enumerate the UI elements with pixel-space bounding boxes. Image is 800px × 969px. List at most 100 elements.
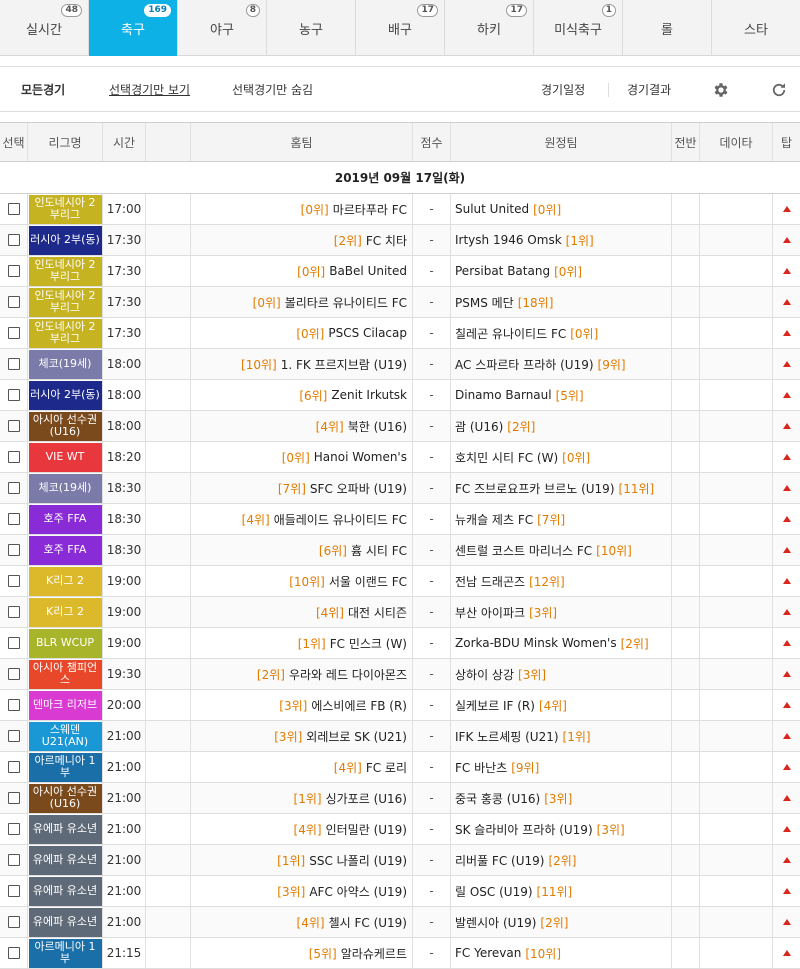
tip-arrow-icon[interactable] (782, 392, 791, 398)
away-cell[interactable]: PSMS 메단 [18위] (451, 287, 672, 317)
tip-arrow-icon[interactable] (782, 857, 791, 863)
league-badge[interactable]: 체코(19세) (28, 349, 102, 379)
league-badge[interactable]: 인도네시아 2부리그 (28, 194, 102, 224)
league-badge[interactable]: 아르메니아 1부 (28, 752, 102, 782)
hide-selected-filter[interactable]: 선택경기만 숨김 (232, 81, 313, 98)
away-team[interactable]: 발렌시아 (U19) (455, 914, 536, 931)
away-team[interactable]: FC 바난츠 (455, 759, 507, 776)
home-cell[interactable]: [7위] SFC 오파바 (U19) (191, 473, 413, 503)
tip-arrow-icon[interactable] (782, 795, 791, 801)
league-badge[interactable]: 아시아 선수권 (U16) (28, 783, 102, 813)
tip-arrow-icon[interactable] (782, 733, 791, 739)
match-checkbox[interactable] (7, 203, 20, 215)
tip-arrow-icon[interactable] (782, 826, 791, 832)
away-team[interactable]: IFK 노르셰핑 (U21) (455, 728, 559, 745)
home-team[interactable]: 흄 시티 FC (351, 542, 407, 559)
home-team[interactable]: 에스비에르 FB (R) (311, 697, 407, 714)
tab-2[interactable]: 야구 8 (178, 0, 267, 56)
tab-8[interactable]: 스타 (712, 0, 800, 56)
refresh-icon[interactable] (768, 79, 790, 101)
match-checkbox[interactable] (7, 761, 20, 773)
match-checkbox[interactable] (7, 823, 20, 835)
home-cell[interactable]: [5위] 알라슈케르트 (191, 938, 413, 968)
tip-arrow-icon[interactable] (782, 888, 791, 894)
away-team[interactable]: 센트럴 코스트 마리너스 FC (455, 542, 592, 559)
home-cell[interactable]: [4위] FC 로리 (191, 752, 413, 782)
home-team[interactable]: FC 로리 (366, 759, 407, 776)
match-checkbox[interactable] (7, 544, 20, 556)
league-badge[interactable]: K리그 2 (28, 597, 102, 627)
away-team[interactable]: Dinamo Barnaul (455, 388, 552, 402)
home-cell[interactable]: [4위] 인터밀란 (U19) (191, 814, 413, 844)
tip-arrow-icon[interactable] (782, 671, 791, 677)
away-team[interactable]: 리버풀 FC (U19) (455, 852, 544, 869)
home-team[interactable]: 서울 이랜드 FC (329, 573, 407, 590)
tip-arrow-icon[interactable] (782, 454, 791, 460)
home-team[interactable]: FC 치타 (366, 232, 407, 249)
league-badge[interactable]: 아시아 챔피언스 (28, 659, 102, 689)
match-checkbox[interactable] (7, 482, 20, 494)
home-cell[interactable]: [4위] 북한 (U16) (191, 411, 413, 441)
league-badge[interactable]: 인도네시아 2부리그 (28, 287, 102, 317)
home-cell[interactable]: [1위] FC 민스크 (W) (191, 628, 413, 658)
home-team[interactable]: 마르타푸라 FC (333, 201, 407, 218)
league-badge[interactable]: 인도네시아 2부리그 (28, 256, 102, 286)
home-team[interactable]: 첼시 FC (U19) (329, 914, 407, 931)
away-team[interactable]: 전남 드래곤즈 (455, 573, 525, 590)
tip-arrow-icon[interactable] (782, 578, 791, 584)
away-team[interactable]: 상하이 상강 (455, 666, 514, 683)
tip-arrow-icon[interactable] (782, 640, 791, 646)
home-cell[interactable]: [10위] 서울 이랜드 FC (191, 566, 413, 596)
home-team[interactable]: 북한 (U16) (348, 418, 407, 435)
away-team[interactable]: AC 스파르타 프라하 (U19) (455, 356, 594, 373)
home-team[interactable]: 싱가포르 (U16) (326, 790, 407, 807)
match-checkbox[interactable] (7, 668, 20, 680)
league-badge[interactable]: 아르메니아 1부 (28, 938, 102, 968)
home-team[interactable]: SSC 나폴리 (U19) (309, 852, 407, 869)
away-cell[interactable]: 칠레곤 유나이티드 FC [0위] (451, 318, 672, 348)
tab-4[interactable]: 배구 17 (356, 0, 445, 56)
tip-arrow-icon[interactable] (782, 330, 791, 336)
tip-arrow-icon[interactable] (782, 609, 791, 615)
league-badge[interactable]: 아시아 선수권 (U16) (28, 411, 102, 441)
away-cell[interactable]: FC Yerevan [10위] (451, 938, 672, 968)
tip-arrow-icon[interactable] (782, 299, 791, 305)
away-team[interactable]: 중국 홍콩 (U16) (455, 790, 540, 807)
tip-arrow-icon[interactable] (782, 361, 791, 367)
home-cell[interactable]: [4위] 첼시 FC (U19) (191, 907, 413, 937)
league-badge[interactable]: K리그 2 (28, 566, 102, 596)
gear-icon[interactable] (710, 79, 732, 101)
tip-arrow-icon[interactable] (782, 702, 791, 708)
away-cell[interactable]: Dinamo Barnaul [5위] (451, 380, 672, 410)
away-cell[interactable]: IFK 노르셰핑 (U21) [1위] (451, 721, 672, 751)
match-checkbox[interactable] (7, 916, 20, 928)
away-team[interactable]: SK 슬라비아 프라하 (U19) (455, 821, 593, 838)
home-team[interactable]: 1. FK 프르지브람 (U19) (281, 356, 407, 373)
home-cell[interactable]: [0위] BaBel United (191, 256, 413, 286)
league-badge[interactable]: BLR WCUP (28, 628, 102, 658)
home-cell[interactable]: [6위] Zenit Irkutsk (191, 380, 413, 410)
schedule-link[interactable]: 경기일정 (541, 81, 585, 98)
league-badge[interactable]: 스웨덴 U21(AN) (28, 721, 102, 751)
away-team[interactable]: FC Yerevan (455, 946, 521, 960)
match-checkbox[interactable] (7, 854, 20, 866)
tab-1[interactable]: 축구 169 (89, 0, 178, 56)
home-team[interactable]: 알라슈케르트 (341, 945, 407, 962)
away-cell[interactable]: FC 바난츠 [9위] (451, 752, 672, 782)
tab-3[interactable]: 농구 (267, 0, 356, 56)
match-checkbox[interactable] (7, 575, 20, 587)
away-cell[interactable]: 호치민 시티 FC (W) [0위] (451, 442, 672, 472)
home-cell[interactable]: [1위] SSC 나폴리 (U19) (191, 845, 413, 875)
away-team[interactable]: Sulut United (455, 202, 529, 216)
away-cell[interactable]: Zorka-BDU Minsk Women's [2위] (451, 628, 672, 658)
tip-arrow-icon[interactable] (782, 423, 791, 429)
tab-0[interactable]: 실시간 48 (0, 0, 89, 56)
league-badge[interactable]: 호주 FFA (28, 535, 102, 565)
home-team[interactable]: Hanoi Women's (314, 450, 407, 464)
away-cell[interactable]: 괌 (U16) [2위] (451, 411, 672, 441)
all-matches-filter[interactable]: 모든경기 (21, 81, 65, 98)
show-selected-filter[interactable]: 선택경기만 보기 (109, 81, 190, 98)
away-team[interactable]: 괌 (U16) (455, 418, 503, 435)
league-badge[interactable]: 호주 FFA (28, 504, 102, 534)
away-cell[interactable]: AC 스파르타 프라하 (U19) [9위] (451, 349, 672, 379)
